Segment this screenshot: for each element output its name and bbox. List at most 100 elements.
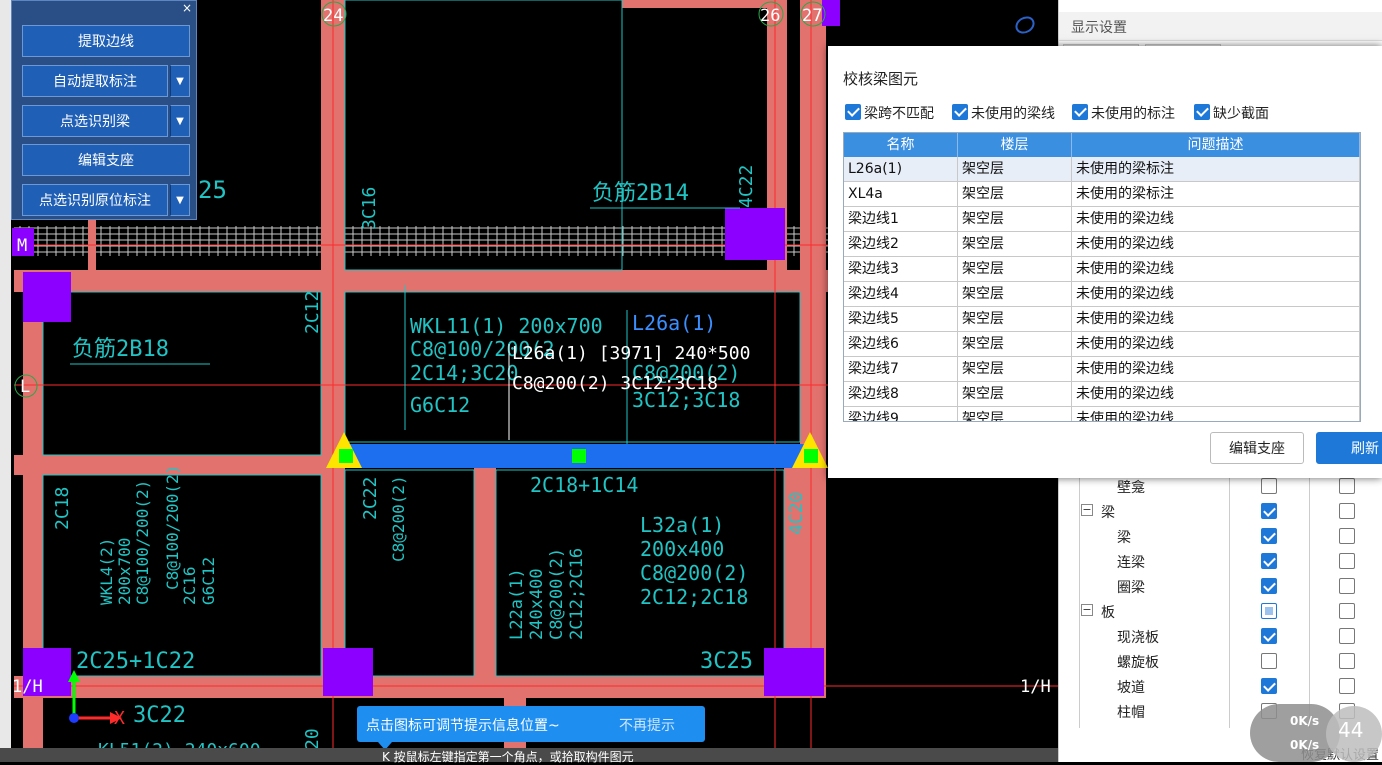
show-checkbox[interactable] [1261,653,1277,669]
show-checkbox[interactable] [1261,503,1277,519]
beam-tooltip-line1: L26a(1) [3971] 240*500 [512,343,750,364]
name-checkbox[interactable] [1339,603,1355,619]
cell-name: 梁边线9 [844,407,958,421]
hint-message: 点击图标可调节提示信息位置~ [366,718,560,734]
annotation-wkl11-line3: 2C14;3C20 [410,361,518,385]
annotation-wkl4-5: G6C12 [199,557,218,605]
column-header-name[interactable]: 名称 [844,133,958,157]
table-row[interactable]: 梁边线7 架空层 未使用的梁边线 [844,357,1360,382]
edit-support-button[interactable]: 编辑支座 [1210,432,1304,464]
display-settings-title: 显示设置 [1071,20,1127,36]
extract-edge-button[interactable]: 提取边线 [22,25,190,57]
tree-item[interactable]: 梁 [1059,524,1382,549]
axis-label-24: 24 [323,6,343,26]
display-settings-header: 显示设置 [1059,12,1382,41]
cell-description: 未使用的梁边线 [1072,332,1360,357]
show-checkbox[interactable] [1261,578,1277,594]
auto-extract-annotation-button[interactable]: 自动提取标注 [22,65,168,97]
cell-name: 梁边线8 [844,382,958,407]
tree-item-label: 连梁 [1117,555,1145,571]
axis-label-27: 27 [802,6,822,26]
annotation-3c22: 3C22 [133,703,186,728]
tree-item[interactable]: 坡道 [1059,674,1382,699]
annotation-2c12: 2C12 [302,291,323,334]
edit-support-button[interactable]: 编辑支座 [22,144,190,176]
tree-item-label: 现浇板 [1117,630,1159,646]
cell-floor: 架空层 [958,382,1072,407]
cell-name: 梁边线3 [844,257,958,282]
tree-item[interactable]: 连梁 [1059,549,1382,574]
cell-floor: 架空层 [958,232,1072,257]
network-speed-widget[interactable]: 0K/s 0K/s 44 [1250,704,1382,762]
auto-extract-dropdown-icon[interactable]: ▼ [170,65,190,97]
name-checkbox[interactable] [1339,553,1355,569]
annotation-l32a-4: 2C12;2C18 [640,585,748,609]
dont-show-again-link[interactable]: 不再提示 [619,715,675,735]
tree-item[interactable]: 现浇板 [1059,624,1382,649]
annotation-4c22: 4C22 [736,165,757,208]
table-row[interactable]: 梁边线3 架空层 未使用的梁边线 [844,257,1360,282]
annotation-3c16: 3C16 [359,187,380,230]
name-checkbox[interactable] [1339,478,1355,494]
annotation-l22a-3: C8@200(2) [547,548,567,640]
column-header-floor[interactable]: 楼层 [958,133,1072,157]
annotation-20: 20 [302,728,323,750]
origin-annotation-dropdown-icon[interactable]: ▼ [170,184,190,216]
annotation-2c25-1c22: 2C25+1C22 [76,649,195,674]
refresh-button[interactable]: 刷新 [1316,432,1382,464]
tree-item[interactable]: 圈梁 [1059,574,1382,599]
column-header-description[interactable]: 问题描述 [1072,133,1360,157]
cell-floor: 架空层 [958,407,1072,421]
table-row[interactable]: 梁边线5 架空层 未使用的梁边线 [844,307,1360,332]
show-checkbox[interactable] [1261,478,1277,494]
download-speed: 0K/s [1290,738,1320,752]
dialog-title: 校核梁图元 [843,70,919,88]
tree-item-label: 壁龛 [1117,480,1145,496]
speed-percent: 44 [1338,718,1364,742]
table-row[interactable]: XL4a 架空层 未使用的梁标注 [844,182,1360,207]
table-row[interactable]: 梁边线2 架空层 未使用的梁边线 [844,232,1360,257]
show-checkbox[interactable] [1261,678,1277,694]
annotation-l32a-2: 200x400 [640,537,724,561]
show-checkbox[interactable] [1261,553,1277,569]
annotation-2c22: 2C22 [360,477,381,520]
table-row[interactable]: 梁边线4 架空层 未使用的梁边线 [844,282,1360,307]
cell-name: 梁边线5 [844,307,958,332]
show-checkbox[interactable] [1261,628,1277,644]
beam-recognition-toolbox: × 提取边线 自动提取标注 ▼ 点选识别梁 ▼ 编辑支座 点选识别原位标注 ▼ [11,0,197,220]
pick-identify-origin-annotation-button[interactable]: 点选识别原位标注 [22,184,168,216]
tree-item[interactable]: − 梁 [1059,499,1382,524]
name-checkbox[interactable] [1339,628,1355,644]
annotation-l32a-1: L32a(1) [640,513,724,537]
table-row[interactable]: 梁边线1 架空层 未使用的梁边线 [844,207,1360,232]
pick-identify-beam-button[interactable]: 点选识别梁 [22,105,168,137]
name-checkbox[interactable] [1339,503,1355,519]
cell-name: 梁边线6 [844,332,958,357]
pick-identify-dropdown-icon[interactable]: ▼ [170,105,190,137]
name-checkbox[interactable] [1339,578,1355,594]
tree-item[interactable]: − 板 [1059,599,1382,624]
tree-item[interactable]: 螺旋板 [1059,649,1382,674]
cell-floor: 架空层 [958,357,1072,382]
name-checkbox[interactable] [1339,528,1355,544]
collapse-icon[interactable]: − [1081,604,1093,616]
name-checkbox[interactable] [1339,678,1355,694]
show-checkbox[interactable] [1261,603,1277,619]
annotation-wkl11-line4: G6C12 [410,393,470,417]
cell-name: 梁边线7 [844,357,958,382]
table-row[interactable]: L26a(1) 架空层 未使用的梁标注 [844,157,1360,182]
table-row[interactable]: 梁边线9 架空层 未使用的梁边线 [844,407,1360,421]
annotation-l22a-2: 240x400 [527,568,547,640]
table-row[interactable]: 梁边线6 架空层 未使用的梁边线 [844,332,1360,357]
toolbox-close-button[interactable]: × [182,2,192,14]
upload-speed: 0K/s [1290,714,1320,728]
display-settings-icon[interactable] [1014,14,1036,36]
name-checkbox[interactable] [1339,653,1355,669]
annotation-3c25: 3C25 [700,649,753,674]
collapse-icon[interactable]: − [1081,504,1093,516]
table-row[interactable]: 梁边线8 架空层 未使用的梁边线 [844,382,1360,407]
check-beam-elements-dialog: 校核梁图元 梁跨不匹配 未使用的梁线 未使用的标注 缺少截面 名称 楼层 问题描… [828,46,1382,478]
issues-table[interactable]: 名称 楼层 问题描述 L26a(1) 架空层 未使用的梁标注 XL4a 架空层 未使用的梁… [843,132,1361,422]
show-checkbox[interactable] [1261,528,1277,544]
annotation-wkl11-line1: WKL11(1) 200x700 [410,314,603,338]
